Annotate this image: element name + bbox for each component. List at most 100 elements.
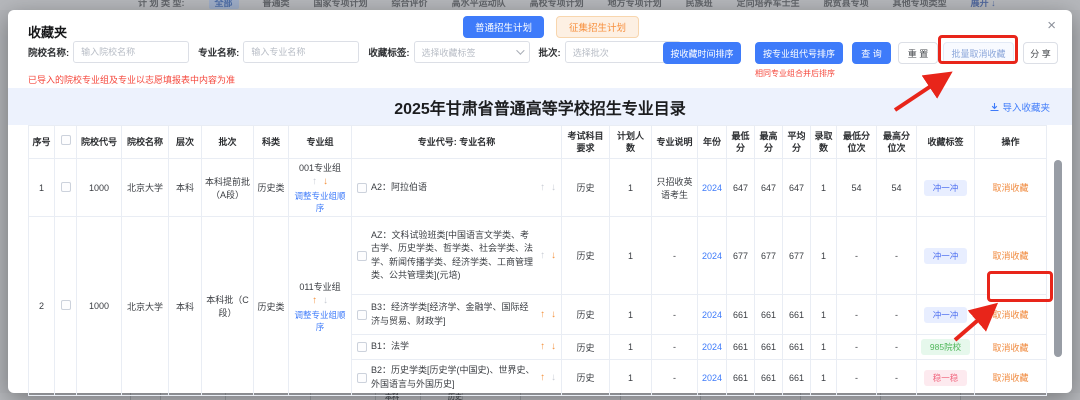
major-checkbox[interactable]	[357, 183, 367, 193]
background-plan-type-option: 地方专项计划	[608, 0, 662, 9]
background-plan-type-option: 脱贫县专项	[824, 0, 869, 9]
query-button[interactable]: 查 询	[852, 42, 891, 64]
cell-year: 2024	[698, 217, 727, 295]
favorite-tag-badge: 冲一冲	[924, 180, 968, 196]
move-arrows: ↑↓	[540, 251, 556, 261]
unfavorite-link[interactable]: 取消收藏	[992, 373, 1028, 383]
move-down-icon[interactable]: ↓	[551, 251, 556, 261]
year-link[interactable]: 2024	[702, 342, 722, 352]
major-checkbox[interactable]	[357, 373, 367, 383]
move-down-icon[interactable]: ↓	[551, 373, 556, 383]
move-up-icon[interactable]: ↑	[540, 342, 545, 352]
column-header: 操作	[975, 126, 1047, 159]
favorites-table: 序号院校代号院校名称层次批次科类专业组专业代号: 专业名称考试科目要求计划人数专…	[28, 125, 1047, 396]
cell-plan-count: 1	[610, 217, 652, 295]
year-link[interactable]: 2024	[702, 183, 722, 193]
sort-by-time-button[interactable]: 按收藏时间排序	[663, 42, 741, 64]
table-scrollbar[interactable]	[1054, 160, 1062, 357]
reset-button[interactable]: 重 置	[898, 42, 938, 64]
major-checkbox[interactable]	[357, 342, 367, 352]
college-name-label: 院校名称:	[28, 45, 69, 59]
year-link[interactable]: 2024	[702, 310, 722, 320]
adjust-group-order-link[interactable]: 调整专业组顺序	[292, 190, 348, 214]
cell-min-score: 647	[727, 159, 755, 217]
column-header: 序号	[29, 126, 55, 159]
move-down-icon[interactable]: ↓	[551, 310, 556, 320]
college-name-input[interactable]	[73, 41, 189, 63]
cell-plan-count: 1	[610, 159, 652, 217]
cell-major-group: 011专业组 ↑ ↓ 调整专业组顺序	[289, 217, 352, 396]
cell-major-note: -	[652, 217, 698, 295]
select-all-checkbox[interactable]	[61, 135, 71, 145]
plan-tabs: 普通招生计划 征集招生计划	[463, 16, 639, 38]
major-name-text: B2：历史学类[历史学(中国史)、世界史、外国语言与外国历史]	[371, 364, 536, 391]
tag-select[interactable]: 选择收藏标签	[414, 41, 530, 63]
cell-group-checkbox	[55, 159, 77, 217]
major-checkbox[interactable]	[357, 251, 367, 261]
move-up-icon[interactable]: ↑	[540, 251, 545, 261]
column-header: 最低分位次	[837, 126, 877, 159]
move-up-icon[interactable]: ↑	[540, 183, 545, 193]
batch-unfavorite-button[interactable]: 批量取消收藏	[943, 42, 1014, 64]
favorite-tag-badge: 冲一冲	[924, 307, 968, 323]
cell-major-name: A2：阿拉伯语 ↑ ↓	[352, 159, 562, 217]
cell-plan-count: 1	[610, 295, 652, 335]
major-name-text: B1：法学	[371, 340, 536, 354]
cell-year: 2024	[698, 159, 727, 217]
adjust-group-order-link[interactable]: 调整专业组顺序	[292, 309, 348, 333]
cell-max-rank: -	[877, 335, 917, 360]
sort-by-code-button[interactable]: 按专业组代号排序	[755, 42, 843, 64]
background-plan-type-option: 高校专项计划	[530, 0, 584, 9]
share-button[interactable]: 分 享	[1023, 42, 1058, 64]
unfavorite-link[interactable]: 取消收藏	[992, 310, 1028, 320]
unfavorite-link[interactable]: 取消收藏	[992, 183, 1028, 193]
major-name-label: 专业名称:	[198, 45, 239, 59]
major-checkbox[interactable]	[357, 310, 367, 320]
move-up-icon[interactable]: ↑	[312, 296, 317, 306]
cell-admit-count: 1	[811, 335, 837, 360]
cell-subject-requirement: 历史	[562, 159, 610, 217]
unfavorite-link[interactable]: 取消收藏	[992, 251, 1028, 261]
cell-action: 取消收藏	[975, 217, 1047, 295]
column-header: 层次	[169, 126, 202, 159]
cell-action: 取消收藏	[975, 360, 1047, 396]
background-plan-type-option: 民族班	[686, 0, 713, 9]
cell-level: 本科	[169, 217, 202, 396]
cell-major-note: 只招收英语考生	[652, 159, 698, 217]
cell-max-rank: 54	[877, 159, 917, 217]
cell-favorite-tag: 稳一稳	[917, 360, 975, 396]
cell-admit-count: 1	[811, 159, 837, 217]
column-header: 录取数	[811, 126, 837, 159]
cell-avg-score: 661	[783, 335, 811, 360]
background-plan-type-option: 其他专项类型	[893, 0, 947, 9]
group-checkbox[interactable]	[61, 182, 71, 192]
column-header: 专业代号: 专业名称	[352, 126, 562, 159]
close-icon[interactable]: ×	[1047, 18, 1056, 33]
background-plan-type-option: 全部	[209, 0, 239, 9]
move-down-icon[interactable]: ↓	[551, 183, 556, 193]
column-header: 计划人数	[610, 126, 652, 159]
major-name-text: A2：阿拉伯语	[371, 181, 536, 195]
move-down-icon[interactable]: ↓	[323, 177, 328, 187]
import-favorites-link[interactable]: 导入收藏夹	[990, 100, 1050, 114]
column-header: 院校代号	[77, 126, 122, 159]
cell-year: 2024	[698, 295, 727, 335]
year-link[interactable]: 2024	[702, 373, 722, 383]
move-down-icon[interactable]: ↓	[323, 296, 328, 306]
move-up-icon[interactable]: ↑	[312, 177, 317, 187]
year-link[interactable]: 2024	[702, 251, 722, 261]
tab-normal-plan[interactable]: 普通招生计划	[463, 16, 544, 38]
major-name-input[interactable]	[243, 41, 359, 63]
major-group-name: 011专业组	[292, 280, 348, 293]
move-down-icon[interactable]: ↓	[551, 342, 556, 352]
tab-collect-plan[interactable]: 征集招生计划	[556, 16, 639, 38]
move-up-icon[interactable]: ↑	[540, 310, 545, 320]
move-up-icon[interactable]: ↑	[540, 373, 545, 383]
cell-major-name: AZ：文科试验班类[中国语言文学类、考古学、历史学类、哲学类、社会学类、法学、新…	[352, 217, 562, 295]
cell-action: 取消收藏	[975, 295, 1047, 335]
group-checkbox[interactable]	[61, 300, 71, 310]
table-wrapper: 序号院校代号院校名称层次批次科类专业组专业代号: 专业名称考试科目要求计划人数专…	[28, 125, 1047, 396]
cell-year: 2024	[698, 335, 727, 360]
unfavorite-link[interactable]: 取消收藏	[992, 343, 1028, 353]
cell-favorite-tag: 985院校	[917, 335, 975, 360]
